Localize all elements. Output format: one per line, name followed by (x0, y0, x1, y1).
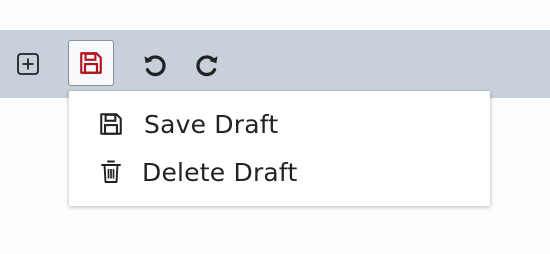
menu-item-save-draft[interactable]: Save Draft (69, 100, 490, 148)
save-dropdown-button[interactable] (68, 40, 114, 86)
add-button[interactable] (16, 52, 40, 76)
menu-item-delete-draft[interactable]: Delete Draft (69, 148, 490, 196)
floppy-disk-icon (98, 110, 124, 138)
save-dropdown-menu: Save Draft Delete Draft (69, 91, 490, 206)
editor-toolbar (0, 30, 550, 98)
plus-square-icon (17, 53, 39, 75)
page: Save Draft Delete Draft (0, 0, 550, 254)
menu-item-label: Delete Draft (142, 157, 298, 187)
floppy-disk-icon (80, 52, 102, 74)
redo-button[interactable] (192, 50, 222, 80)
undo-button[interactable] (140, 50, 170, 80)
redo-icon (196, 55, 218, 77)
trash-icon (98, 158, 124, 186)
undo-icon (144, 55, 166, 77)
menu-item-label: Save Draft (144, 109, 279, 139)
